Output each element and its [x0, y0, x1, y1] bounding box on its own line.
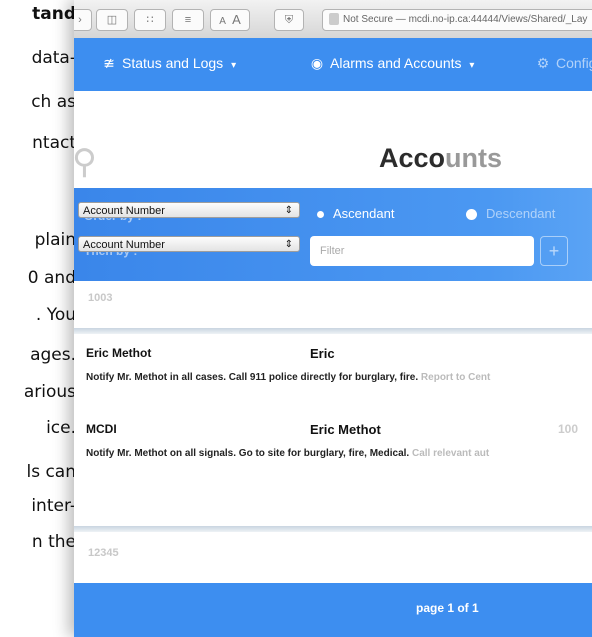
order-by-value: Account Number: [83, 205, 165, 217]
sort-filter-panel: Order by : Then by : Account Number⇕ Acc…: [74, 188, 592, 281]
doc-line: n the: [31, 532, 76, 552]
order-by-select[interactable]: Account Number ⇕: [78, 202, 300, 218]
reader-icon[interactable]: ≡: [172, 9, 204, 31]
descendant-label: Descendant: [486, 206, 556, 221]
account-number: 100: [558, 422, 579, 436]
select-caret-icon: ⇕: [284, 205, 293, 216]
ascendant-label: Ascendant: [333, 206, 395, 221]
doc-line: data-: [31, 48, 76, 68]
shield-icon[interactable]: ⛨: [274, 9, 304, 31]
chevron-down-icon: ▾: [231, 60, 237, 71]
page-title-fade: unts: [445, 143, 503, 173]
font-smaller-icon[interactable]: A: [219, 16, 226, 27]
table-row[interactable]: Eric Methot Eric Notify Mr. Methot in al…: [74, 342, 592, 400]
note-text-faded: Call relevant aut: [411, 448, 490, 459]
nav-alarms-and-accounts[interactable]: ◉ Alarms and Accounts ▾: [310, 55, 475, 72]
doc-line: 0 and: [27, 268, 76, 288]
page-title: Accounts: [379, 143, 502, 174]
doc-line: ages.: [30, 345, 76, 365]
grid-icon[interactable]: ∷: [134, 9, 166, 31]
note-text-faded: Report to Cent: [420, 372, 491, 383]
radio-dot-icon: [466, 209, 477, 221]
font-larger-icon[interactable]: A: [232, 12, 241, 27]
chevron-down-icon: ▾: [469, 60, 475, 71]
doc-line: tand: [32, 4, 76, 24]
font-size-control[interactable]: A A: [210, 9, 250, 31]
search-icon: ⚲: [74, 143, 97, 181]
gear-icon: ⚙: [536, 55, 550, 71]
ghost-account-number: 12345: [88, 547, 119, 559]
forward-icon[interactable]: ›: [74, 9, 92, 31]
note-text: Notify Mr. Methot in all cases. Call 911…: [86, 372, 419, 383]
table-row[interactable]: MCDI Eric Methot 100 Notify Mr. Methot o…: [74, 418, 592, 476]
page-indicator: page 1 of 1: [416, 601, 479, 615]
add-button[interactable]: +: [540, 236, 568, 266]
doc-line: arious: [23, 382, 76, 402]
nav-config[interactable]: ⚙ Config: [536, 55, 592, 72]
contact-name: Eric Methot: [310, 422, 381, 437]
pagination-footer: page 1 of 1: [74, 583, 592, 637]
doc-line: inter-: [31, 496, 76, 516]
row-separator: [74, 328, 592, 334]
doc-line: ice.: [46, 418, 76, 438]
doc-line: ls can: [26, 462, 76, 482]
url-text: Not Secure — mcdi.no-ip.ca:44444/Views/S…: [343, 14, 588, 25]
account-note: Notify Mr. Methot on all signals. Go to …: [86, 448, 489, 459]
doc-line: ntact: [32, 133, 76, 153]
nav-status-label: Status and Logs: [122, 55, 224, 71]
lock-icon: [329, 13, 339, 26]
wifi-icon: ≇: [103, 55, 115, 71]
select-caret-icon: ⇕: [284, 239, 293, 250]
page-title-main: Acco: [379, 143, 446, 173]
then-by-value: Account Number: [83, 239, 165, 251]
doc-line: ch as: [31, 92, 76, 112]
sidebar-icon[interactable]: ◫: [96, 9, 128, 31]
ghost-account-number: 1003: [88, 292, 113, 304]
doc-line: plain: [34, 230, 76, 250]
contact-name: Eric: [310, 346, 335, 361]
account-name: Eric Methot: [86, 346, 152, 360]
nav-config-label: Config: [556, 55, 592, 71]
account-name: MCDI: [86, 422, 117, 436]
filter-input[interactable]: Filter: [310, 236, 534, 266]
address-bar[interactable]: Not Secure — mcdi.no-ip.ca:44444/Views/S…: [322, 9, 592, 31]
nav-status-and-logs[interactable]: ≇ Status and Logs ▾: [102, 55, 236, 72]
row-separator: [74, 526, 592, 532]
browser-toolbar: › ◫ ∷ ≡ A A ⛨ Not Secure — mcdi.no-ip.ca…: [74, 0, 592, 39]
note-text: Notify Mr. Methot on all signals. Go to …: [86, 448, 410, 459]
browser-screenshot: › ◫ ∷ ≡ A A ⛨ Not Secure — mcdi.no-ip.ca…: [74, 0, 592, 637]
ascendant-radio[interactable]: Ascendant: [317, 206, 394, 221]
top-navbar: ≇ Status and Logs ▾ ◉ Alarms and Accounts …: [74, 38, 592, 91]
filter-placeholder: Filter: [320, 245, 345, 257]
doc-line: . You: [35, 305, 76, 325]
account-note: Notify Mr. Methot in all cases. Call 911…: [86, 372, 490, 383]
then-by-select[interactable]: Account Number ⇕: [78, 236, 300, 252]
descendant-radio[interactable]: Descendant: [466, 206, 555, 221]
radio-dot-icon: [317, 211, 324, 219]
eye-icon: ◉: [310, 55, 324, 71]
nav-alarms-label: Alarms and Accounts: [330, 55, 462, 71]
